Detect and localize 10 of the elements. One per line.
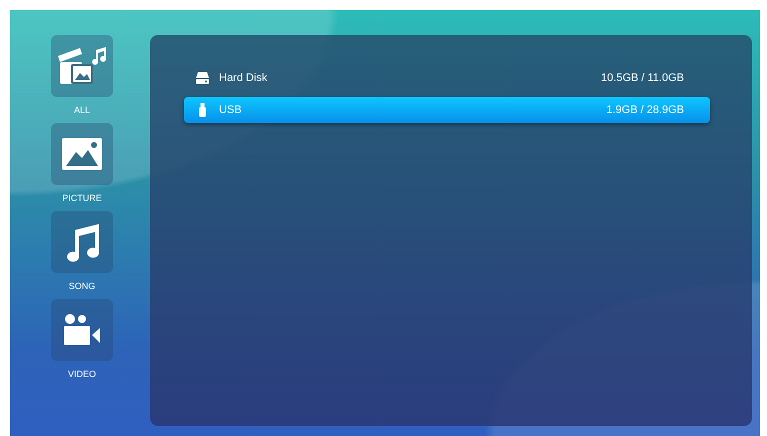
usb-drive-icon [196, 103, 209, 117]
video-camera-icon [62, 313, 102, 347]
storage-usage: 10.5GB / 11.0GB [601, 72, 684, 84]
storage-row[interactable]: USB 1.9GB / 28.9GB [184, 97, 710, 123]
device-name: USB [219, 104, 243, 116]
hard-disk-icon [196, 72, 209, 84]
picture-icon [62, 138, 102, 170]
storage-usage: 1.9GB / 28.9GB [606, 104, 684, 116]
storage-row[interactable]: Hard Disk 10.5GB / 11.0GB [184, 65, 710, 91]
device-name: Hard Disk [219, 72, 268, 84]
